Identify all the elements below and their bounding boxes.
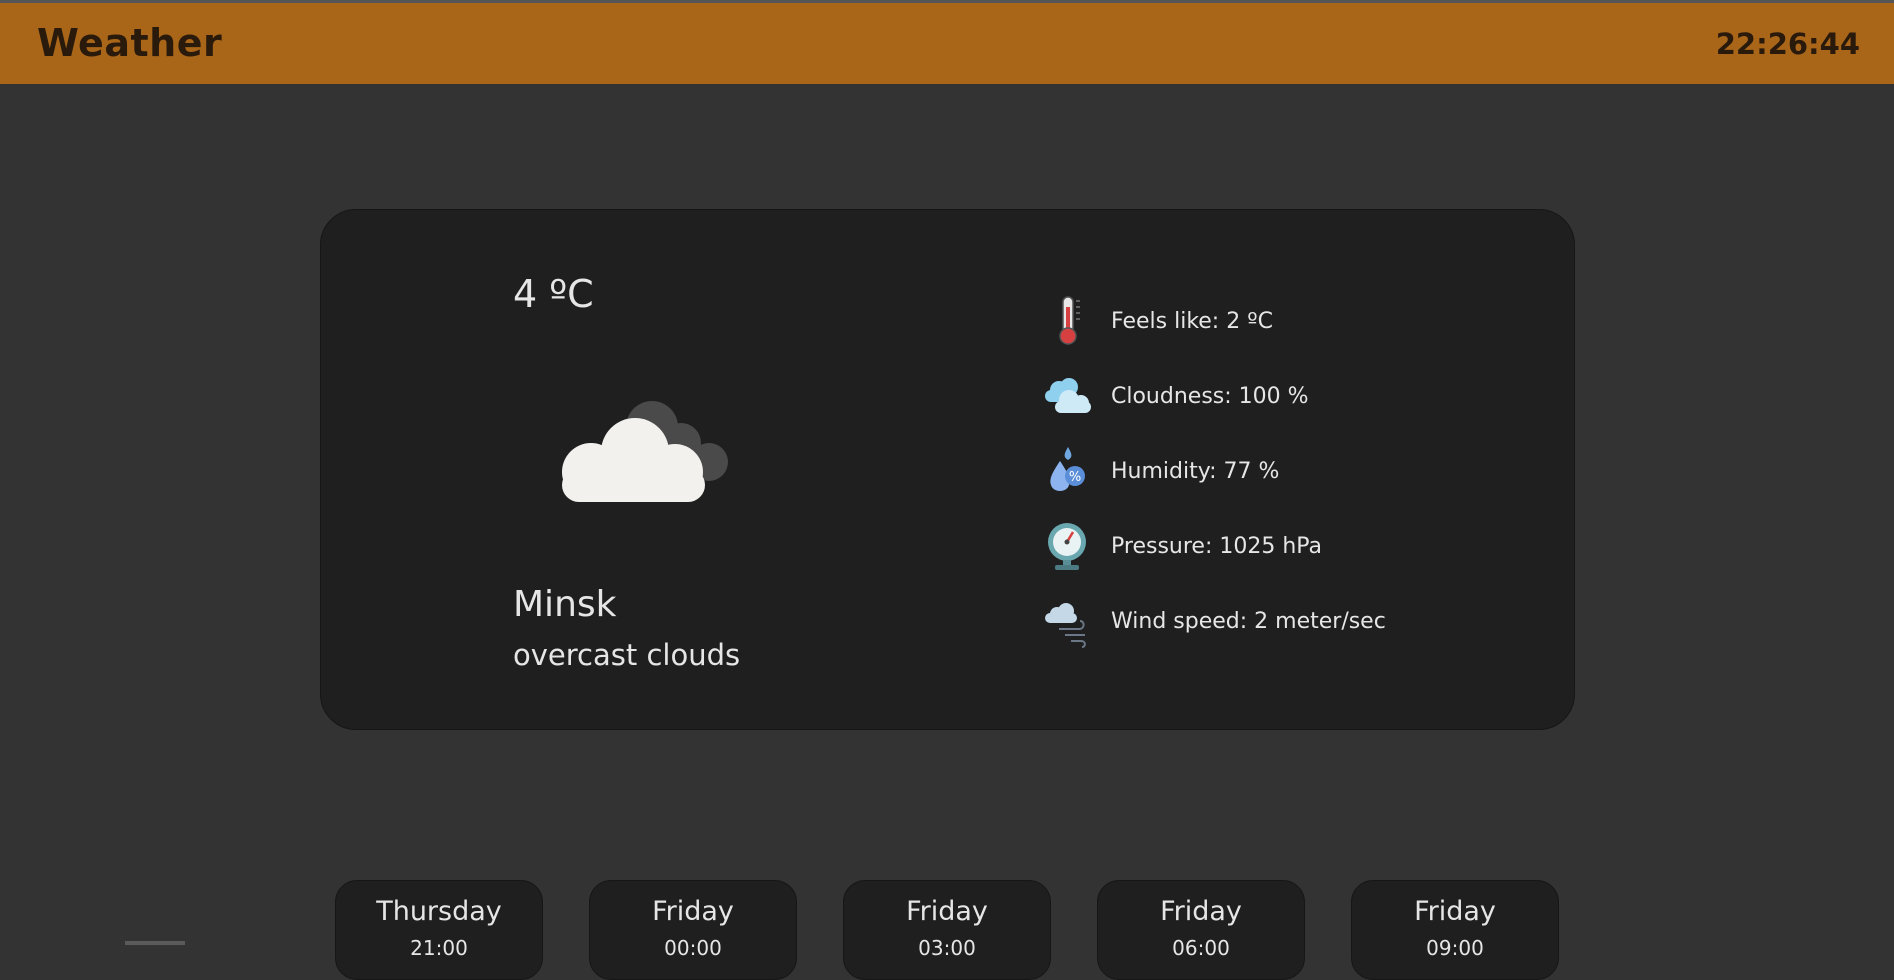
app-title: Weather (37, 21, 223, 65)
forecast-time: 06:00 (1172, 936, 1230, 960)
forecast-day: Thursday (376, 896, 502, 927)
forecast-time: 21:00 (410, 936, 468, 960)
current-weather-card: 4 ºC Minsk overcast clouds Feels like: 2… (320, 209, 1575, 730)
weather-description: overcast clouds (513, 638, 741, 672)
humidity-text: Humidity: 77 % (1111, 459, 1280, 484)
app-header: Weather 22:26:44 (0, 3, 1894, 84)
forecast-time: 00:00 (664, 936, 722, 960)
svg-text:%: % (1069, 470, 1081, 485)
detail-pressure: Pressure: 1025 hPa (1041, 518, 1521, 574)
cloudness-icon (1045, 378, 1091, 413)
pressure-text: Pressure: 1025 hPa (1111, 534, 1323, 559)
forecast-card[interactable]: Friday 06:00 (1097, 880, 1305, 980)
wind-icon (1045, 603, 1086, 648)
forecast-card[interactable]: Friday 09:00 (1351, 880, 1559, 980)
feels-like-text: Feels like: 2 ºC (1111, 309, 1273, 334)
thermometer-icon (1059, 296, 1080, 345)
pressure-gauge-icon (1048, 523, 1086, 570)
wind-speed-text: Wind speed: 2 meter/sec (1111, 609, 1386, 634)
detail-wind: Wind speed: 2 meter/sec (1041, 593, 1521, 649)
forecast-day: Friday (1414, 896, 1496, 927)
clock: 22:26:44 (1715, 27, 1860, 61)
humidity-icon: % (1050, 447, 1085, 491)
forecast-day: Friday (906, 896, 988, 927)
forecast-card[interactable]: Friday 03:00 (843, 880, 1051, 980)
detail-feels-like: Feels like: 2 ºC (1041, 293, 1521, 349)
forecast-time: 09:00 (1426, 936, 1484, 960)
cloudness-text: Cloudness: 100 % (1111, 384, 1309, 409)
detail-humidity: % Humidity: 77 % (1041, 443, 1521, 499)
current-temperature: 4 ºC (513, 272, 594, 316)
detail-cloudness: Cloudness: 100 % (1041, 368, 1521, 424)
overcast-clouds-icon (562, 401, 728, 502)
forecast-card[interactable]: Friday 00:00 (589, 880, 797, 980)
city-name: Minsk (513, 584, 617, 625)
forecast-card[interactable]: Thursday 21:00 (335, 880, 543, 980)
forecast-time: 03:00 (918, 936, 976, 960)
forecast-day: Friday (1160, 896, 1242, 927)
forecast-day: Friday (652, 896, 734, 927)
scrollbar-thumb[interactable] (125, 941, 185, 945)
